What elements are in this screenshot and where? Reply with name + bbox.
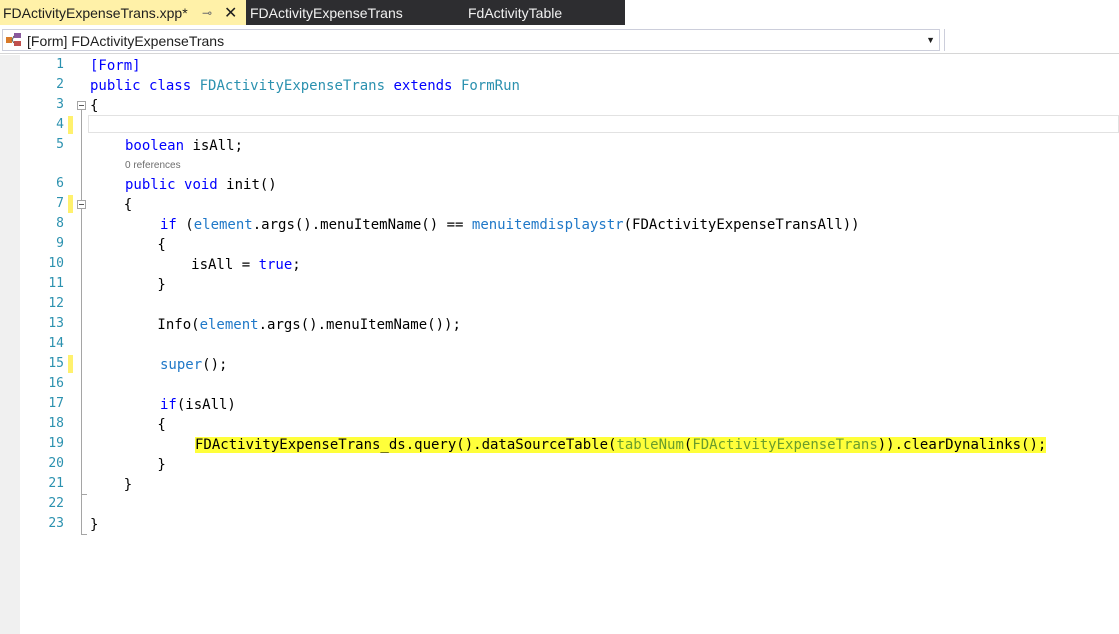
code-line-17: if(isAll) bbox=[160, 396, 236, 414]
code-line-3: { bbox=[90, 98, 99, 114]
code-line-23: } bbox=[90, 517, 99, 533]
keyword: public bbox=[125, 177, 176, 193]
line-number: 23 bbox=[48, 516, 64, 531]
keyword: if bbox=[160, 397, 177, 413]
change-marker bbox=[68, 116, 73, 134]
line-number: 18 bbox=[48, 416, 64, 431]
attribute: [Form] bbox=[90, 58, 141, 74]
line-number: 17 bbox=[48, 396, 64, 411]
code-text: (); bbox=[202, 357, 228, 373]
line-number: 13 bbox=[48, 316, 64, 331]
tab-label: FdActivityTable bbox=[468, 5, 563, 21]
highlighted-code: )).clearDynalinks(); bbox=[877, 437, 1047, 453]
line-number: 5 bbox=[56, 137, 64, 152]
keyword: true bbox=[258, 257, 293, 273]
code-line-10: isAll = true; bbox=[90, 256, 301, 274]
selected-type-label: [Form] FDActivityExpenseTrans bbox=[27, 33, 225, 49]
line-number: 20 bbox=[48, 456, 64, 471]
code-line-18: { bbox=[90, 417, 166, 433]
code-text: (FDActivityExpenseTransAll)) bbox=[623, 217, 860, 233]
identifier: element bbox=[199, 317, 259, 333]
line-number: 8 bbox=[56, 216, 64, 231]
keyword: if bbox=[160, 217, 177, 233]
glyph-margin bbox=[0, 55, 20, 634]
code-line-19-highlighted: FDActivityExpenseTrans_ds.query().dataSo… bbox=[195, 436, 1047, 454]
code-line-1: [Form] bbox=[90, 57, 141, 75]
outline-line bbox=[81, 110, 82, 494]
code-text: ; bbox=[292, 257, 301, 273]
navigation-bar: [Form] FDActivityExpenseTrans ▼ bbox=[0, 27, 1119, 54]
code-editor[interactable]: 1 2 3 4 5 6 7 8 9 10 11 12 13 14 15 16 1… bbox=[0, 55, 1119, 634]
code-text: init() bbox=[217, 177, 277, 193]
keyword: void bbox=[184, 177, 218, 193]
keyword: public bbox=[90, 78, 141, 94]
base-class-name: FormRun bbox=[460, 78, 520, 94]
line-number: 16 bbox=[48, 376, 64, 391]
outline-line bbox=[81, 494, 82, 534]
chevron-down-icon[interactable]: ▼ bbox=[926, 35, 935, 45]
code-text: (isAll) bbox=[176, 397, 236, 413]
tab-label: FDActivityExpenseTrans bbox=[250, 5, 403, 21]
keyword: extends bbox=[393, 78, 453, 94]
line-number: 4 bbox=[56, 117, 64, 132]
table-name: FDActivityExpenseTrans bbox=[692, 437, 878, 453]
line-number: 2 bbox=[56, 77, 64, 92]
keyword: class bbox=[149, 78, 192, 94]
type-member-dropdown[interactable]: [Form] FDActivityExpenseTrans ▼ bbox=[2, 29, 940, 51]
identifier: element bbox=[193, 217, 253, 233]
change-marker bbox=[68, 355, 73, 373]
references-codelens[interactable]: 0 references bbox=[125, 160, 181, 171]
code-text: ( bbox=[176, 217, 194, 233]
outline-end bbox=[81, 534, 87, 535]
line-number: 19 bbox=[48, 436, 64, 451]
line-number: 22 bbox=[48, 496, 64, 511]
close-icon[interactable]: ✕ bbox=[224, 0, 237, 27]
line-number: 21 bbox=[48, 476, 64, 491]
code-text: isAll = bbox=[90, 257, 259, 273]
code-text: .args().menuItemName() == bbox=[252, 217, 472, 233]
collapse-icon[interactable] bbox=[77, 200, 86, 209]
code-line-8: if (element.args().menuItemName() == men… bbox=[160, 216, 860, 234]
tab-fdactivitytable[interactable]: FdActivityTable bbox=[463, 0, 625, 25]
code-line-7: { bbox=[90, 197, 133, 213]
code-line-20: } bbox=[90, 457, 166, 473]
line-number: 12 bbox=[48, 296, 64, 311]
tab-label: FDActivityExpenseTrans.xpp* bbox=[3, 5, 188, 21]
tab-fdactivityexpensetrans[interactable]: FDActivityExpenseTrans bbox=[246, 0, 463, 25]
line-number: 6 bbox=[56, 176, 64, 191]
code-line-21: } bbox=[90, 477, 133, 493]
line-number: 11 bbox=[48, 276, 64, 291]
code-text: .args().menuItemName()); bbox=[258, 317, 461, 333]
code-line-13: Info(element.args().menuItemName()); bbox=[90, 316, 461, 334]
class-name: FDActivityExpenseTrans bbox=[199, 78, 386, 94]
line-number: 3 bbox=[56, 97, 64, 112]
code-line-6: public void init() bbox=[125, 176, 277, 194]
highlighted-code: FDActivityExpenseTrans_ds.query().dataSo… bbox=[195, 437, 617, 453]
line-number: 9 bbox=[56, 236, 64, 251]
pin-icon[interactable]: ⊸ bbox=[202, 0, 212, 27]
member-dropdown[interactable] bbox=[944, 29, 1117, 51]
line-number: 14 bbox=[48, 336, 64, 351]
function-name: tableNum bbox=[616, 437, 684, 453]
line-number: 1 bbox=[56, 57, 64, 72]
code-text: isAll; bbox=[184, 138, 244, 154]
code-line-11: } bbox=[90, 277, 166, 293]
current-line-indicator bbox=[88, 115, 1119, 133]
code-line-2: public class FDActivityExpenseTrans exte… bbox=[90, 77, 520, 95]
line-number: 15 bbox=[48, 356, 64, 371]
code-line-5: boolean isAll; bbox=[125, 137, 243, 155]
change-marker bbox=[68, 195, 73, 213]
collapse-icon[interactable] bbox=[77, 101, 86, 110]
line-number: 10 bbox=[48, 256, 64, 271]
code-text: Info( bbox=[90, 317, 200, 333]
tab-fdactivityexpensetrans-xpp[interactable]: FDActivityExpenseTrans.xpp* ⊸ ✕ bbox=[0, 0, 246, 25]
line-number: 7 bbox=[56, 196, 64, 211]
keyword: boolean bbox=[125, 138, 185, 154]
form-class-icon bbox=[6, 33, 21, 46]
code-line-9: { bbox=[90, 237, 166, 253]
function-name: menuitemdisplaystr bbox=[471, 217, 624, 233]
code-line-15: super(); bbox=[160, 356, 227, 374]
keyword: super bbox=[160, 357, 203, 373]
document-tab-strip: FDActivityExpenseTrans.xpp* ⊸ ✕ FDActivi… bbox=[0, 0, 1119, 25]
